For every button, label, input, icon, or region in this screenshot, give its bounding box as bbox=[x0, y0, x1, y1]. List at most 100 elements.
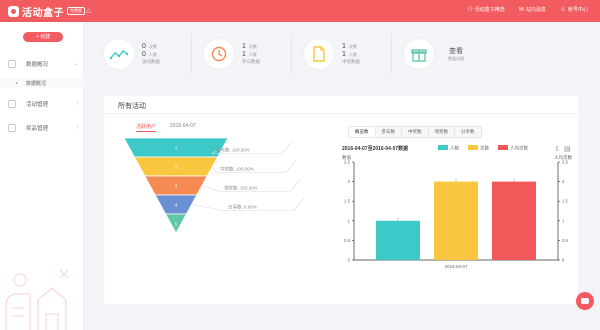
file-icon bbox=[304, 39, 334, 69]
y-tick-label-right: 1.5 bbox=[562, 199, 568, 204]
funnel-label: 分享数: 0.00% bbox=[228, 204, 257, 211]
gift-icon bbox=[8, 124, 16, 132]
chart-tab[interactable]: 概览数 bbox=[349, 127, 376, 137]
sidebar-subitem-data-overview[interactable]: ▸ 数据概况 bbox=[0, 78, 84, 88]
y-tick-label: 2.5 bbox=[344, 160, 350, 165]
chart-title: 2016-04-07至2016-04-07数据 bbox=[342, 145, 408, 152]
top-link-label: 帐号中心 bbox=[567, 7, 588, 13]
chart-tab[interactable]: 领奖数 bbox=[429, 127, 455, 137]
brand-logo[interactable]: 活动盒子 免费版 bbox=[8, 4, 85, 19]
stat-label: 参与数据 bbox=[242, 59, 260, 64]
funnel-chart: 1 参与数: 100.00%2 中奖数: 100.00%3 领奖数: 100.00%4… bbox=[123, 137, 305, 234]
stat-visits[interactable]: 0 次数 0 人数 访问数据 bbox=[92, 34, 192, 74]
bar[interactable] bbox=[376, 220, 420, 260]
bar[interactable] bbox=[492, 181, 536, 260]
stat-unit: 人数 bbox=[148, 52, 157, 57]
bar[interactable] bbox=[434, 181, 478, 260]
stat-count: 1 bbox=[242, 51, 246, 58]
y-tick-label-right: 0 bbox=[562, 258, 565, 263]
y-tick-label-right: 1 bbox=[562, 218, 565, 223]
stat-count: 1 bbox=[342, 51, 346, 58]
user-icon: ☺ bbox=[559, 6, 566, 13]
create-button[interactable]: + 创建 bbox=[23, 32, 63, 42]
funnel-label: 领奖数: 100.00% bbox=[224, 185, 258, 192]
top-link-label: 活动盒子精选 bbox=[474, 7, 505, 13]
sidebar-item-data-overview[interactable]: 数据概况 ⌄ bbox=[0, 56, 84, 72]
chart-tab[interactable]: 参与数 bbox=[376, 127, 402, 137]
y-tick-label: 2 bbox=[348, 179, 351, 184]
chat-button[interactable] bbox=[576, 292, 594, 310]
more-link[interactable]: 查看 bbox=[449, 46, 463, 56]
chat-icon bbox=[581, 298, 589, 304]
stat-count: 1 bbox=[342, 43, 346, 50]
trend-icon bbox=[104, 39, 134, 69]
top-links: ⚇ 活动盒子精选 ✉ 站内消息 ☺ 帐号中心 bbox=[467, 6, 588, 14]
save-icon[interactable]: ⇩ bbox=[554, 146, 560, 153]
stat-unit: 人数 bbox=[248, 52, 257, 57]
edition-badge: 免费版 bbox=[67, 7, 85, 15]
sidebar-item-label: 活动管理 bbox=[26, 102, 49, 108]
top-link-account[interactable]: ☺ 帐号中心 bbox=[559, 6, 588, 14]
y-tick-label-right: 2 bbox=[562, 179, 565, 184]
sidebar-item-label: 数据概况 bbox=[26, 62, 49, 68]
stats-row: 0 次数 0 人数 访问数据 1 次数 1 人数 参与数据 1 次数 1 人数 中奖数据 查… bbox=[92, 28, 592, 80]
funnel-label: 中奖数: 100.00% bbox=[220, 166, 254, 173]
legend-label[interactable]: 次数 bbox=[480, 145, 489, 152]
legend-swatch[interactable] bbox=[498, 145, 508, 150]
sidebar-item-prize-management[interactable]: 奖品管理 › bbox=[0, 120, 84, 136]
sidebar-subitem-label: 数据概况 bbox=[26, 81, 47, 87]
stat-more[interactable]: 查看 数据详情 bbox=[392, 34, 492, 74]
funnel-tab-active[interactable]: 活跃用户 bbox=[136, 123, 157, 132]
sidebar-item-label: 奖品管理 bbox=[26, 126, 49, 132]
divider bbox=[104, 113, 578, 114]
link-icon: ⚇ bbox=[467, 7, 473, 13]
activity-panel: 所有活动 活跃用户 2016-04-07 1 参与数: 100.00% 2 中奖数: … bbox=[104, 96, 578, 304]
bullet-icon: ▸ bbox=[16, 80, 19, 85]
stat-unit: 次数 bbox=[348, 44, 357, 49]
view-icon[interactable]: ▤ bbox=[564, 146, 571, 153]
chart-tab[interactable]: 中奖数 bbox=[402, 127, 429, 137]
top-bar: 活动盒子 免费版 ⌂ ⚇ 活动盒子精选 ✉ 站内消息 ☺ 帐号中心 bbox=[0, 0, 600, 22]
stat-unit: 次数 bbox=[248, 44, 257, 49]
y-tick-label: 1 bbox=[348, 218, 351, 223]
x-tick-label: 2016-04-07 bbox=[444, 264, 468, 269]
stat-unit: 人数 bbox=[348, 52, 357, 57]
stat-label: 访问数据 bbox=[142, 59, 160, 64]
clock-icon bbox=[204, 39, 234, 69]
flag-icon bbox=[8, 100, 16, 108]
legend-swatch[interactable] bbox=[438, 145, 448, 150]
y-tick-label-right: 0.5 bbox=[562, 238, 568, 243]
stat-participation[interactable]: 1 次数 1 人数 参与数据 bbox=[192, 34, 292, 74]
top-link-featured[interactable]: ⚇ 活动盒子精选 bbox=[467, 6, 504, 13]
funnel-tabs: 活跃用户 2016-04-07 bbox=[136, 123, 196, 132]
chevron-right-icon: › bbox=[76, 101, 78, 107]
y-tick-label: 0.5 bbox=[344, 238, 350, 243]
top-link-messages[interactable]: ✉ 站内消息 bbox=[519, 6, 546, 13]
chart-tabs: 概览数 参与数 中奖数 领奖数 分享数 bbox=[348, 126, 482, 138]
gift-box-icon bbox=[404, 39, 434, 69]
legend-label[interactable]: 人均次数 bbox=[510, 145, 528, 152]
stat-wins[interactable]: 1 次数 1 人数 中奖数据 bbox=[292, 34, 392, 74]
stat-count: 0 bbox=[142, 43, 146, 50]
funnel-tab-date[interactable]: 2016-04-07 bbox=[170, 123, 196, 132]
sidebar-item-activity-management[interactable]: 活动管理 › bbox=[0, 96, 84, 112]
mail-icon: ✉ bbox=[518, 7, 524, 13]
legend-label[interactable]: 人数 bbox=[450, 145, 459, 152]
bar-chart: 2016-04-07至2016-04-07数据 人数 次数 人均次数 ⇩ ▤数值 人均次数0… bbox=[342, 145, 572, 270]
stat-count: 0 bbox=[142, 51, 146, 58]
y-tick-label-right: 2.5 bbox=[562, 160, 568, 165]
chart-tab[interactable]: 分享数 bbox=[455, 127, 481, 137]
stat-label: 中奖数据 bbox=[342, 59, 360, 64]
stat-count: 1 bbox=[242, 43, 246, 50]
more-sublabel: 数据详情 bbox=[448, 56, 464, 61]
chevron-down-icon: ⌄ bbox=[73, 61, 78, 67]
stat-unit: 次数 bbox=[148, 44, 157, 49]
sidebar-watermark-illustration bbox=[5, 269, 69, 330]
home-icon[interactable]: ⌂ bbox=[86, 6, 91, 15]
logo-icon bbox=[8, 5, 19, 17]
y-tick-label: 0 bbox=[348, 258, 351, 263]
legend-swatch[interactable] bbox=[468, 145, 478, 150]
chevron-right-icon: › bbox=[76, 125, 78, 131]
top-link-label: 站内消息 bbox=[525, 7, 546, 13]
panel-title: 所有活动 bbox=[118, 103, 146, 110]
